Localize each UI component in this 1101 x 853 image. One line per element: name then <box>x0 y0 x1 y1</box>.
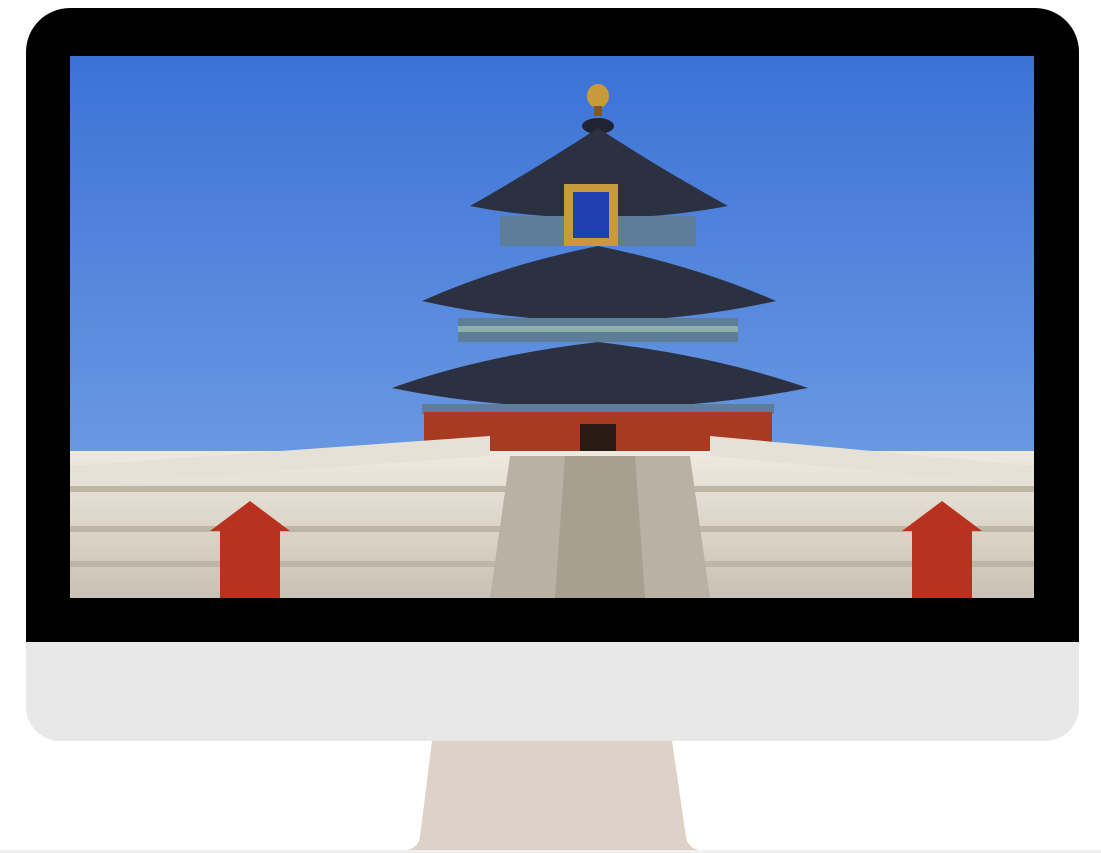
monitor-chin <box>26 642 1079 741</box>
monitor-screen <box>70 56 1034 598</box>
desktop-wallpaper <box>70 56 1034 598</box>
marble-terraces <box>70 436 1034 598</box>
monitor-stand <box>368 741 738 853</box>
